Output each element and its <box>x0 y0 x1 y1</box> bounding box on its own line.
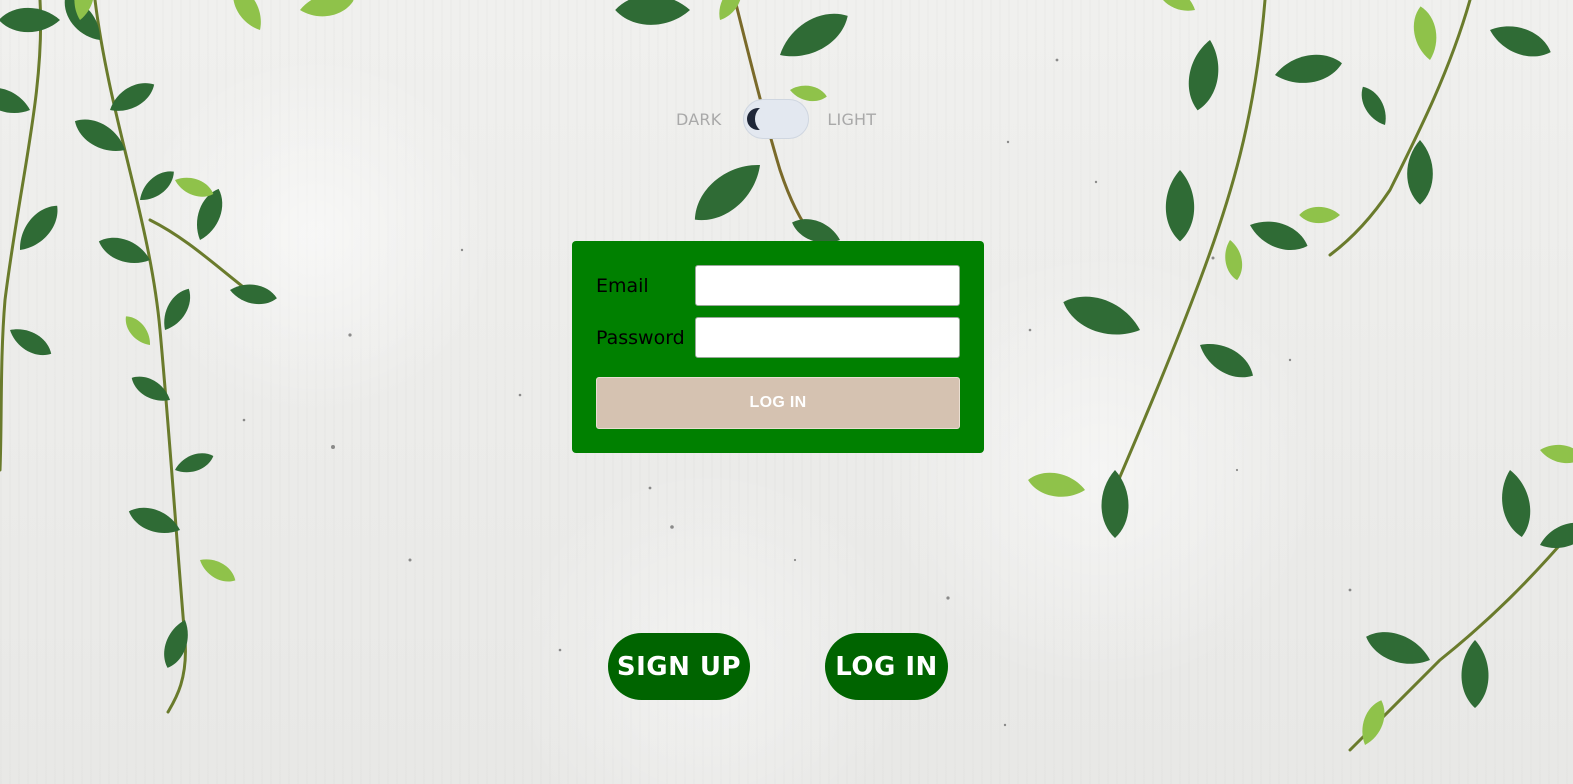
sign-up-button[interactable]: SIGN UP <box>608 633 750 700</box>
theme-switch[interactable] <box>743 99 810 139</box>
password-row: Password <box>596 317 960 358</box>
log-in-button[interactable]: LOG IN <box>825 633 948 700</box>
moon-icon <box>747 106 778 132</box>
email-field[interactable] <box>695 265 960 306</box>
password-field[interactable] <box>695 317 960 358</box>
login-form: Email Password LOG IN <box>572 241 984 453</box>
login-page: DARK LIGHT Email Password LOG IN SIGN UP… <box>0 0 1573 784</box>
theme-dark-label: DARK <box>676 109 722 129</box>
theme-light-label: LIGHT <box>827 109 877 129</box>
email-label: Email <box>596 274 649 297</box>
password-label: Password <box>596 326 685 349</box>
theme-toggle: DARK LIGHT <box>676 98 876 140</box>
login-submit-button[interactable]: LOG IN <box>596 377 960 429</box>
email-row: Email <box>596 265 960 306</box>
